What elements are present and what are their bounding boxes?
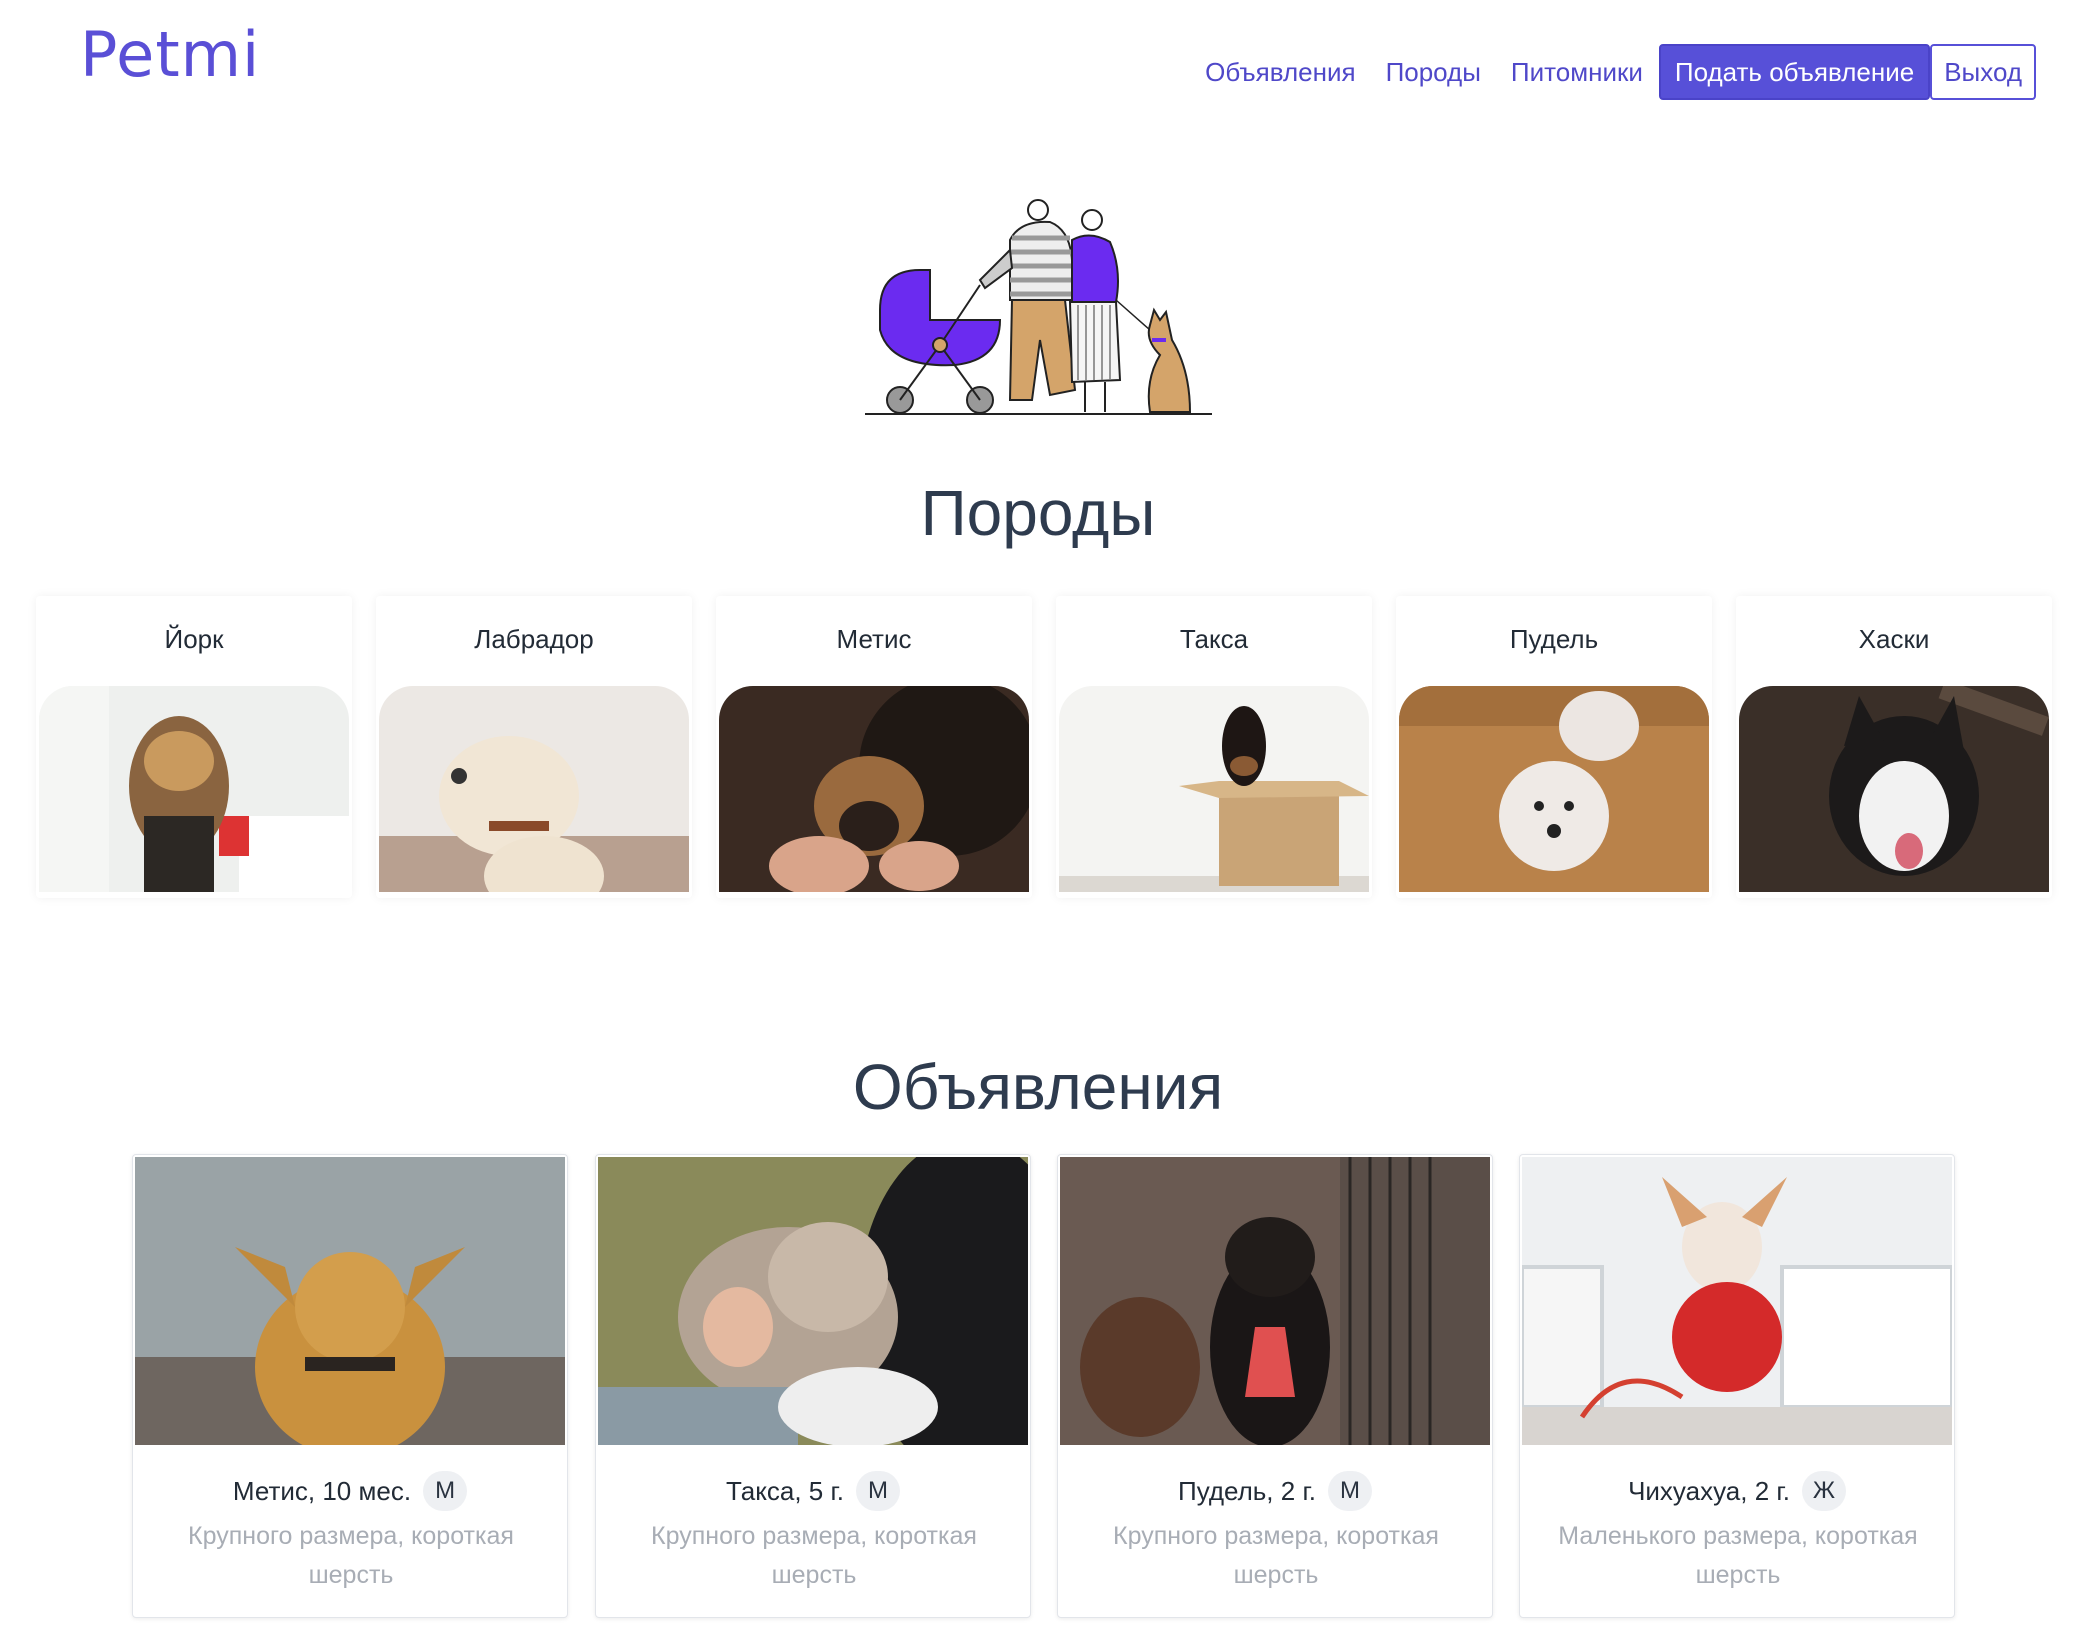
logout-button[interactable]: Выход xyxy=(1930,44,2036,100)
listing-description: Маленького размера, короткая шерсть xyxy=(1558,1522,1918,1589)
breed-card-labrador[interactable]: Лабрадор xyxy=(376,596,692,898)
breeds-list: Йорк Лабрадор Метис Такса Пудель Хаски xyxy=(36,596,2052,898)
breed-name: Лабрадор xyxy=(474,624,594,654)
breeds-section-title: Породы xyxy=(920,477,1156,549)
nav-breeds-link[interactable]: Породы xyxy=(1386,57,1481,88)
breed-photo xyxy=(1399,686,1709,892)
breed-name: Метис xyxy=(836,624,912,654)
breed-card-york[interactable]: Йорк xyxy=(36,596,352,898)
breed-photo xyxy=(1059,686,1369,892)
listing-title: Пудель, 2 г. М xyxy=(1058,1471,1492,1511)
listing-card[interactable]: Чихуахуа, 2 г. Ж Маленького размера, кор… xyxy=(1519,1154,1955,1618)
listing-title-text: Такса, 5 г. xyxy=(726,1475,844,1506)
listing-card[interactable]: Метис, 10 мес. М Крупного размера, корот… xyxy=(132,1154,568,1618)
listing-title: Чихуахуа, 2 г. Ж xyxy=(1520,1471,1954,1511)
listing-photo xyxy=(598,1157,1028,1445)
breed-name: Такса xyxy=(1179,624,1249,654)
nav-kennels-link[interactable]: Питомники xyxy=(1511,57,1643,88)
breed-name: Хаски xyxy=(1858,624,1930,654)
sex-badge: М xyxy=(423,1471,468,1511)
breed-card-poodle[interactable]: Пудель xyxy=(1396,596,1712,898)
listing-title-text: Метис, 10 мес. xyxy=(232,1475,412,1506)
page: Petmi Объявления Породы Питомники Подать… xyxy=(0,0,2076,1642)
sex-badge: Ж xyxy=(1801,1471,1846,1511)
breed-photo xyxy=(719,686,1029,892)
post-ad-button[interactable]: Подать объявление xyxy=(1658,44,1931,100)
breed-name: Йорк xyxy=(164,624,224,654)
listing-title-text: Пудель, 2 г. xyxy=(1178,1475,1316,1506)
breed-photo xyxy=(39,686,349,892)
listing-title: Метис, 10 мес. М xyxy=(133,1471,567,1511)
listing-description: Крупного размера, короткая шерсть xyxy=(188,1522,514,1589)
listing-photo xyxy=(1060,1157,1490,1445)
listing-photo xyxy=(135,1157,565,1445)
listing-description: Крупного размера, короткая шерсть xyxy=(651,1522,977,1589)
listing-card[interactable]: Такса, 5 г. М Крупного размера, короткая… xyxy=(595,1154,1031,1618)
logo[interactable]: Petmi xyxy=(80,18,260,91)
listings-section-title: Объявления xyxy=(852,1051,1224,1123)
sex-badge: М xyxy=(855,1471,900,1511)
breed-name: Пудель xyxy=(1509,624,1599,654)
top-nav: Объявления Породы Питомники Подать объяв… xyxy=(1175,44,2036,100)
nav-listings-link[interactable]: Объявления xyxy=(1205,57,1355,88)
breed-photo xyxy=(379,686,689,892)
listing-photo xyxy=(1522,1157,1952,1445)
listing-title: Такса, 5 г. М xyxy=(596,1471,1030,1511)
listing-title-text: Чихуахуа, 2 г. xyxy=(1628,1475,1790,1506)
breed-card-dachshund[interactable]: Такса xyxy=(1056,596,1372,898)
breed-photo xyxy=(1739,686,2049,892)
listing-card[interactable]: Пудель, 2 г. М Крупного размера, коротка… xyxy=(1057,1154,1493,1618)
breed-card-husky[interactable]: Хаски xyxy=(1736,596,2052,898)
breed-card-mixed[interactable]: Метис xyxy=(716,596,1032,898)
listing-description: Крупного размера, короткая шерсть xyxy=(1113,1522,1439,1589)
hero-illustration xyxy=(860,190,1220,420)
sex-badge: М xyxy=(1327,1471,1372,1511)
